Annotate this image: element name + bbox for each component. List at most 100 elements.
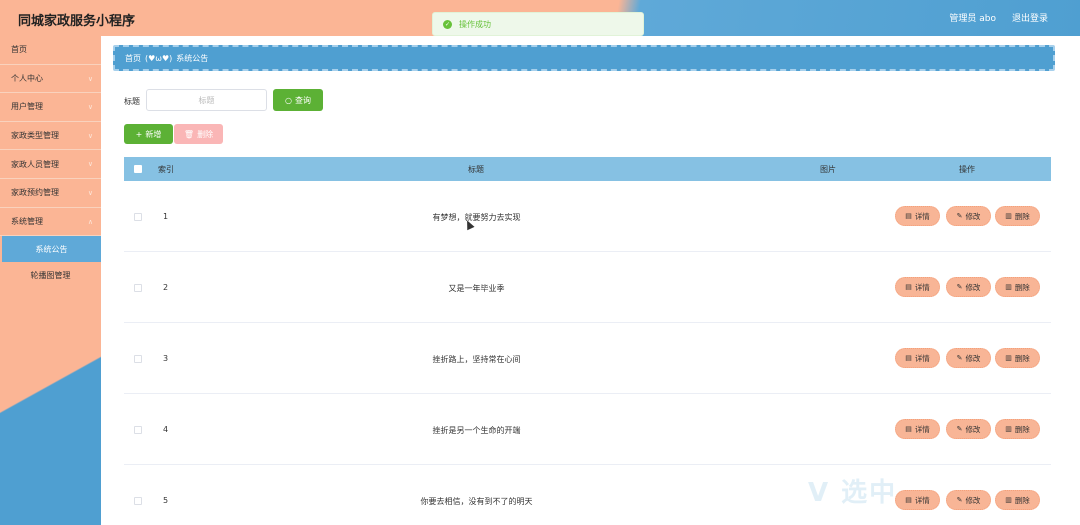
delete-button[interactable]: ▥ 删除 <box>995 419 1040 439</box>
add-button-label: 新增 <box>145 129 162 139</box>
edit-label: 修改 <box>965 495 981 505</box>
breadcrumb-current: 系统公告 <box>176 53 209 63</box>
edit-icon: ✎ <box>956 212 963 220</box>
breadcrumb-separator: (♥ω♥) <box>145 53 173 63</box>
row-title: 有梦想，就要努力去实现 <box>432 213 521 222</box>
column-image: 图片 <box>820 165 836 174</box>
row-index: 3 <box>163 354 169 363</box>
sidebar-item-users[interactable]: 用户管理 ∨ <box>0 93 101 122</box>
delete-button[interactable]: ▥ 删除 <box>995 490 1040 510</box>
title-search-input[interactable] <box>146 89 267 111</box>
sidebar-subitem-announcements[interactable]: 系统公告 <box>2 236 101 263</box>
edit-label: 修改 <box>965 282 981 292</box>
chevron-down-icon: ∨ <box>87 103 93 112</box>
detail-button[interactable]: ▤ 详情 <box>895 490 940 510</box>
detail-label: 详情 <box>914 424 930 434</box>
document-icon: ▤ <box>905 354 912 362</box>
detail-button[interactable]: ▤ 详情 <box>895 348 940 368</box>
edit-button[interactable]: ✎ 修改 <box>946 348 991 368</box>
chevron-down-icon: ∨ <box>87 74 93 83</box>
edit-icon: ✎ <box>956 354 963 362</box>
delete-button[interactable]: ▥ 删除 <box>995 206 1040 226</box>
current-user: 管理员 abo <box>949 14 996 24</box>
row-index: 5 <box>163 496 169 505</box>
edit-icon: ✎ <box>956 496 963 504</box>
trash-icon: ▥ <box>1005 212 1012 220</box>
delete-label: 删除 <box>1014 353 1030 363</box>
column-index: 索引 <box>158 165 174 174</box>
delete-button[interactable]: ▥ 删除 <box>995 348 1040 368</box>
detail-label: 详情 <box>914 282 930 292</box>
chevron-down-icon: ∨ <box>87 188 93 197</box>
select-all-checkbox[interactable] <box>134 165 142 173</box>
delete-label: 删除 <box>1014 424 1030 434</box>
trash-icon: ▥ <box>1005 425 1012 433</box>
detail-button[interactable]: ▤ 详情 <box>895 419 940 439</box>
edit-icon: ✎ <box>956 283 963 291</box>
edit-icon: ✎ <box>956 425 963 433</box>
chevron-down-icon: ∨ <box>87 131 93 140</box>
edit-button[interactable]: ✎ 修改 <box>946 277 991 297</box>
row-title: 你要去相信，没有到不了的明天 <box>420 497 533 506</box>
table-header: 索引 标题 图片 操作 <box>124 157 1051 181</box>
trash-icon: ▥ <box>1005 354 1012 362</box>
bulk-delete-button[interactable]: 🗑 删除 <box>174 124 223 144</box>
row-checkbox[interactable] <box>134 213 142 221</box>
search-label: 标题 <box>124 97 140 106</box>
chevron-up-icon: ∧ <box>87 217 93 226</box>
app-title: 同城家政服务小程序 <box>18 14 136 29</box>
table-row: 1 有梦想，就要努力去实现 ▤ 详情 ✎ 修改 ▥ 删除 <box>124 181 1051 252</box>
delete-button[interactable]: ▥ 删除 <box>995 277 1040 297</box>
sidebar-item-label: 家政预约管理 <box>11 188 59 198</box>
plus-icon: + <box>135 129 143 139</box>
document-icon: ▤ <box>905 425 912 433</box>
sidebar-item-home[interactable]: 首页 <box>0 36 101 65</box>
sidebar-item-label: 用户管理 <box>11 102 43 112</box>
row-title: 挫折是另一个生命的开端 <box>432 426 521 435</box>
sidebar-item-profile[interactable]: 个人中心 ∨ <box>0 65 101 94</box>
toast-text: 操作成功 <box>459 19 491 29</box>
row-checkbox[interactable] <box>134 355 142 363</box>
detail-button[interactable]: ▤ 详情 <box>895 277 940 297</box>
trash-icon: ▥ <box>1005 496 1012 504</box>
success-toast: ✓ 操作成功 <box>432 12 644 36</box>
row-checkbox[interactable] <box>134 284 142 292</box>
document-icon: ▤ <box>905 212 912 220</box>
detail-label: 详情 <box>914 211 930 221</box>
document-icon: ▤ <box>905 496 912 504</box>
search-icon: ○ <box>285 95 292 105</box>
logout-link[interactable]: 退出登录 <box>1012 11 1048 24</box>
sidebar-item-label: 家政类型管理 <box>11 131 59 141</box>
trash-icon: 🗑 <box>183 129 195 139</box>
sidebar: 首页 个人中心 ∨ 用户管理 ∨ 家政类型管理 ∨ 家政人员管理 ∨ 家政预约管理 ∨ 系… <box>0 36 101 525</box>
sidebar-item-system[interactable]: 系统管理 ∧ <box>0 208 101 237</box>
row-index: 4 <box>163 425 169 434</box>
detail-label: 详情 <box>914 353 930 363</box>
sidebar-item-staff[interactable]: 家政人员管理 ∨ <box>0 150 101 179</box>
sidebar-subitem-carousel[interactable]: 轮播图管理 <box>0 262 101 288</box>
table-row: 5 你要去相信，没有到不了的明天 ▤ 详情 ✎ 修改 ▥ 删除 <box>124 465 1051 525</box>
sidebar-item-bookings[interactable]: 家政预约管理 ∨ <box>0 179 101 208</box>
column-ops: 操作 <box>959 165 975 174</box>
bulk-delete-label: 删除 <box>197 129 214 139</box>
edit-button[interactable]: ✎ 修改 <box>946 419 991 439</box>
add-button[interactable]: + 新增 <box>124 124 173 144</box>
column-title: 标题 <box>468 165 484 174</box>
check-circle-icon: ✓ <box>443 19 452 29</box>
query-button[interactable]: ○ 查询 <box>273 89 323 111</box>
row-checkbox[interactable] <box>134 426 142 434</box>
edit-button[interactable]: ✎ 修改 <box>946 206 991 226</box>
edit-button[interactable]: ✎ 修改 <box>946 490 991 510</box>
detail-label: 详情 <box>914 495 930 505</box>
edit-label: 修改 <box>965 424 981 434</box>
sidebar-item-service-types[interactable]: 家政类型管理 ∨ <box>0 122 101 151</box>
breadcrumb: 首页 (♥ω♥) 系统公告 <box>113 45 1055 71</box>
breadcrumb-home[interactable]: 首页 <box>125 53 141 64</box>
delete-label: 删除 <box>1014 211 1030 221</box>
chevron-down-icon: ∨ <box>87 160 93 169</box>
row-checkbox[interactable] <box>134 497 142 505</box>
detail-button[interactable]: ▤ 详情 <box>895 206 940 226</box>
sidebar-item-label: 系统管理 <box>11 216 43 226</box>
watermark: V 选中 <box>808 478 898 508</box>
sidebar-item-label: 家政人员管理 <box>11 159 59 169</box>
